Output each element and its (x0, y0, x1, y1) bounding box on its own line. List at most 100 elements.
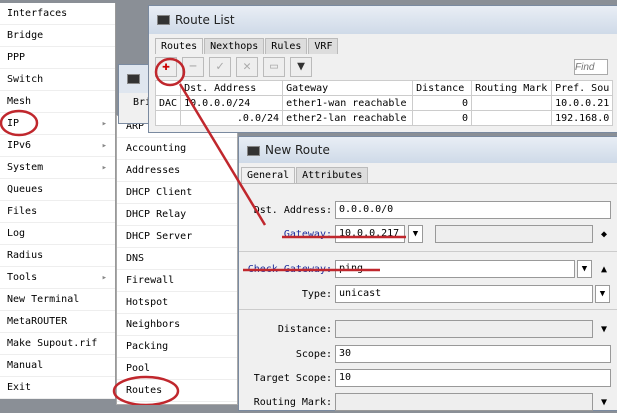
spin-icon[interactable]: ◆ (601, 229, 607, 240)
submenu-item[interactable]: Firewall (117, 270, 237, 292)
tab[interactable]: Routes (155, 38, 204, 54)
type-dropdown-icon[interactable]: ▼ (595, 285, 610, 303)
menu-item[interactable]: Switch (0, 69, 115, 91)
remove-button[interactable]: − (182, 57, 204, 77)
gateway-label: Gateway: (283, 228, 332, 240)
tab[interactable]: Attributes (296, 167, 369, 183)
expand-icon[interactable]: ▼ (601, 324, 607, 335)
filter-button[interactable]: ▼ (290, 57, 312, 77)
find-input[interactable] (574, 59, 608, 75)
distance-input[interactable] (335, 320, 593, 338)
menu-item-label: Make Supout.rif (7, 338, 98, 349)
tab[interactable]: VRF (308, 38, 339, 54)
tab[interactable]: General (241, 167, 296, 183)
menu-item[interactable]: Make Supout.rif (0, 333, 115, 355)
menu-item[interactable]: Files (0, 201, 115, 223)
enable-button[interactable]: ✓ (209, 57, 231, 77)
submenu-item[interactable]: Pool (117, 358, 237, 380)
menu-item[interactable]: Manual (0, 355, 115, 377)
submenu-item[interactable]: Packing (117, 336, 237, 358)
column-header[interactable]: Gateway (282, 80, 414, 96)
menu-item-label: PPP (7, 52, 26, 63)
window-title: New Route (265, 143, 330, 157)
dst-address-input[interactable]: 0.0.0.0/0 (335, 201, 611, 219)
menu-item-label: Switch (7, 74, 44, 85)
submenu-item[interactable]: Accounting (117, 138, 237, 160)
menu-item[interactable]: Bridge (0, 25, 115, 47)
menu-item[interactable]: New Terminal (0, 289, 115, 311)
routing-mark-input[interactable] (335, 393, 593, 411)
submenu-item[interactable]: Addresses (117, 160, 237, 182)
submenu-arrow-icon: ▸ (101, 273, 107, 283)
menu-item-label: Files (7, 206, 38, 217)
menu-item[interactable]: Queues (0, 179, 115, 201)
disable-button[interactable]: ✕ (236, 57, 258, 77)
table-row[interactable]: DAC 10.0.0.0/24 ether1-wan reachable 0 10.0.… (154, 95, 614, 111)
menu-item-label: Log (7, 228, 26, 239)
dst-cell: 10.0.0.0/24 (180, 95, 284, 111)
menu-item[interactable]: System ▸ (0, 157, 115, 179)
menu-item[interactable]: MetaROUTER (0, 311, 115, 333)
submenu-item[interactable]: Neighbors (117, 314, 237, 336)
tab[interactable]: Nexthops (204, 38, 265, 54)
menu-item-label: Radius (7, 250, 44, 261)
check-gateway-dropdown-icon[interactable]: ▼ (577, 260, 592, 278)
gateway-dropdown-icon[interactable]: ▼ (408, 225, 423, 243)
window-icon (127, 74, 140, 84)
check-gateway-input[interactable]: ping (335, 260, 575, 278)
submenu-item[interactable]: DNS (117, 248, 237, 270)
window-title: Route List (175, 13, 235, 27)
gateway-extra-input[interactable] (435, 225, 593, 243)
menu-item-label: Queues (7, 184, 44, 195)
submenu-item[interactable]: DHCP Relay (117, 204, 237, 226)
column-header[interactable]: Routing Mark (471, 80, 553, 96)
menu-item-label: IP (7, 118, 20, 129)
menu-item-label: New Terminal (7, 294, 80, 305)
menu-item[interactable]: IP ▸ (0, 113, 115, 135)
route-table: Dst. Address Gateway Distance Routing Mark P… (154, 80, 614, 126)
scope-label: Scope: (295, 348, 332, 360)
new-route-window: New Route General Attributes Dst. Address… (238, 136, 617, 411)
tab[interactable]: Rules (265, 38, 308, 54)
submenu-item[interactable]: Hotspot (117, 292, 237, 314)
distance-cell: 0 (412, 110, 473, 126)
submenu-arrow-icon: ▸ (101, 119, 107, 129)
column-header[interactable]: Dst. Address (180, 80, 284, 96)
menu-item[interactable]: Interfaces (0, 3, 115, 25)
type-label: Type: (301, 288, 332, 300)
mark-cell (471, 110, 553, 126)
gateway-input[interactable]: 10.0.0.217 (335, 225, 405, 243)
expand-icon[interactable]: ▼ (601, 397, 607, 408)
submenu-item[interactable]: DHCP Client (117, 182, 237, 204)
menu-item[interactable]: Mesh (0, 91, 115, 113)
menu-item[interactable]: Exit (0, 377, 115, 399)
menu-item-label: Bridge (7, 30, 44, 41)
menu-item[interactable]: Tools ▸ (0, 267, 115, 289)
submenu-arrow-icon: ▸ (101, 163, 107, 173)
distance-cell: 0 (412, 95, 473, 111)
menu-item-label: IPv6 (7, 140, 32, 151)
submenu-item[interactable]: DHCP Server (117, 226, 237, 248)
column-header[interactable]: Pref. Sou (551, 80, 614, 96)
target-scope-input[interactable]: 10 (335, 369, 611, 387)
routing-mark-label: Routing Mark: (253, 396, 332, 408)
check-gateway-label: Check Gateway: (247, 263, 332, 275)
comment-button[interactable]: ▭ (263, 57, 285, 77)
menu-item[interactable]: IPv6 ▸ (0, 135, 115, 157)
gateway-cell: ether2-lan reachable (282, 110, 414, 126)
menu-item[interactable]: Radius (0, 245, 115, 267)
add-button[interactable]: ✚ (155, 57, 177, 77)
menu-item-label: System (7, 162, 44, 173)
menu-item[interactable]: Log (0, 223, 115, 245)
menu-item[interactable]: PPP (0, 47, 115, 69)
submenu-item[interactable]: Routes (117, 380, 237, 402)
menu-item-label: Mesh (7, 96, 32, 107)
column-header[interactable]: Distance (412, 80, 473, 96)
ip-submenu: ARP Accounting Addresses DHCP Client DHCP Re… (116, 115, 238, 405)
collapse-icon[interactable]: ▲ (601, 264, 607, 275)
scope-input[interactable]: 30 (335, 345, 611, 363)
mark-cell (471, 95, 553, 111)
menu-item-label: Interfaces (7, 8, 68, 19)
table-row[interactable]: .0.0/24 ether2-lan reachable 0 192.168.0 (154, 110, 614, 126)
type-select[interactable]: unicast (335, 285, 593, 303)
